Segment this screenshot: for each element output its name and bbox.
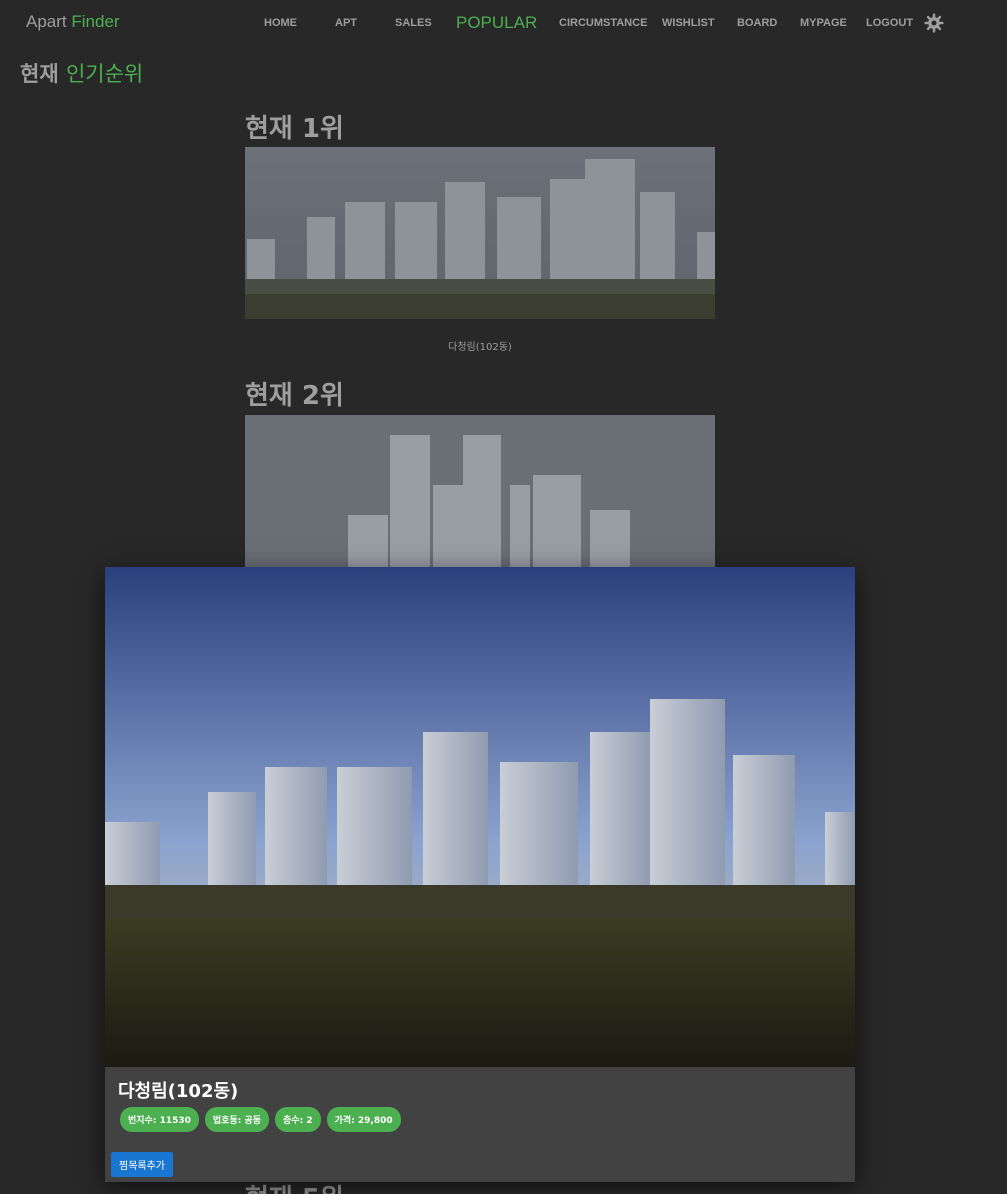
brand-text-part1: Apart	[26, 12, 67, 31]
nav-board[interactable]: BOARD	[737, 17, 777, 29]
apartment-detail-modal: 다청림(102동) 번지수: 11530 법호동: 공동 층수: 2 가격: 2…	[105, 567, 855, 1182]
add-wishlist-button[interactable]: 찜목록추가	[111, 1152, 173, 1177]
page-title: 현재 인기순위	[20, 58, 143, 88]
rank-2-title: 현재 2위	[245, 381, 344, 411]
gear-icon[interactable]	[924, 13, 944, 33]
chip-floor: 층수: 2	[275, 1107, 321, 1132]
chip-price: 가격: 29,800	[326, 1107, 401, 1132]
page-title-accent: 인기순위	[65, 62, 144, 86]
top-navbar: Apart Finder HOME APT SALES POPULAR CIRC…	[0, 0, 1007, 46]
rank-1-title: 현재 1위	[245, 114, 344, 144]
brand-text-part2: Finder	[71, 12, 120, 31]
nav-mypage[interactable]: MYPAGE	[800, 17, 847, 29]
info-chips: 번지수: 11530 법호동: 공동 층수: 2 가격: 29,800	[120, 1107, 401, 1132]
page-title-prefix: 현재	[20, 62, 59, 86]
chip-district: 법호동: 공동	[204, 1107, 270, 1132]
nav-home[interactable]: HOME	[264, 17, 297, 29]
rank-1-image[interactable]	[245, 147, 715, 319]
nav-wishlist[interactable]: WISHLIST	[662, 17, 715, 29]
rank-1-caption: 다청림(102동)	[448, 342, 512, 353]
nav-circumstance[interactable]: CIRCUMSTANCE	[559, 17, 647, 29]
chip-lot-number: 번지수: 11530	[120, 1107, 199, 1132]
nav-logout[interactable]: LOGOUT	[866, 17, 913, 29]
nav-sales[interactable]: SALES	[395, 17, 432, 29]
apartment-photo	[105, 567, 855, 1067]
popular-page: Apart Finder HOME APT SALES POPULAR CIRC…	[0, 0, 1007, 1194]
modal-title: 다청림(102동)	[118, 1081, 239, 1102]
nav-popular[interactable]: POPULAR	[456, 13, 537, 33]
nav-apt[interactable]: APT	[335, 17, 357, 29]
brand-logo[interactable]: Apart Finder	[26, 12, 120, 32]
rank-2-image[interactable]	[245, 415, 715, 567]
